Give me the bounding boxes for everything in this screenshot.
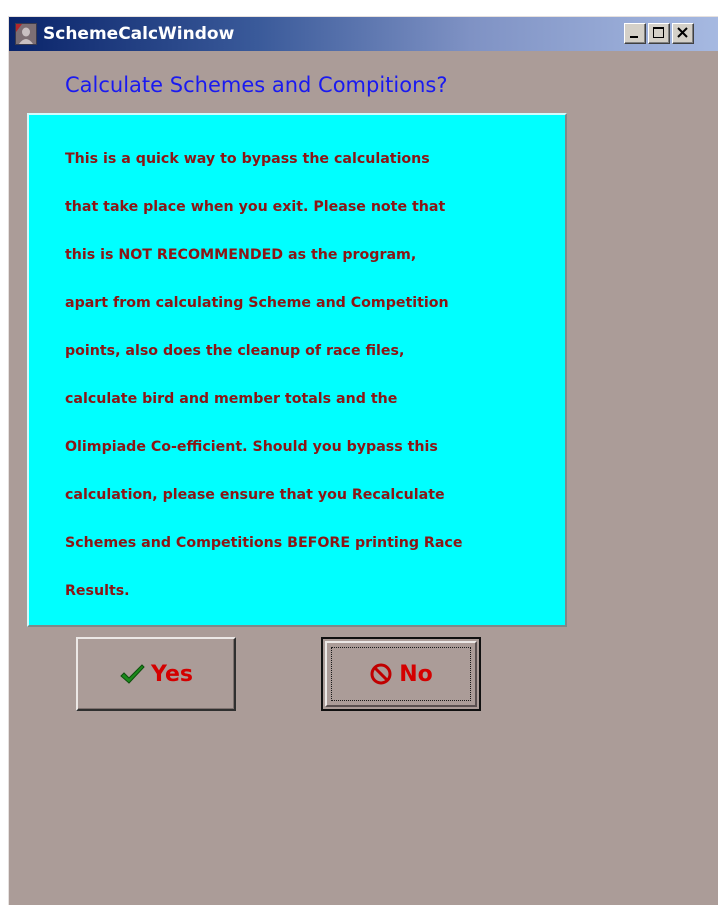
yes-button[interactable]: Yes — [76, 637, 236, 711]
close-icon — [677, 27, 688, 38]
scheme-calc-window: SchemeCalcWindow Calculate Schemes and C… — [8, 16, 718, 905]
message-line: calculation, please ensure that you Reca… — [65, 487, 445, 503]
message-line: calculate bird and member totals and the — [65, 391, 398, 407]
warning-message-panel: This is a quick way to bypass the calcul… — [27, 113, 567, 627]
checkmark-icon — [120, 664, 145, 684]
close-button[interactable] — [672, 23, 694, 44]
message-line: Olimpiade Co-efficient. Should you bypas… — [65, 439, 438, 455]
message-line: apart from calculating Scheme and Compet… — [65, 295, 449, 311]
minimize-button[interactable] — [624, 23, 646, 44]
window-title: SchemeCalcWindow — [43, 24, 235, 44]
message-line: this is NOT RECOMMENDED as the program, — [65, 247, 417, 263]
message-line: Results. — [65, 583, 130, 599]
message-line: points, also does the cleanup of race fi… — [65, 343, 405, 359]
title-bar[interactable]: SchemeCalcWindow — [9, 17, 718, 51]
app-icon[interactable] — [15, 23, 37, 45]
dialog-heading: Calculate Schemes and Compitions? — [65, 73, 448, 97]
message-line: This is a quick way to bypass the calcul… — [65, 151, 430, 167]
no-sign-icon — [370, 663, 392, 685]
message-line: Schemes and Competitions BEFORE printing… — [65, 535, 463, 551]
maximize-button[interactable] — [648, 23, 670, 44]
no-button-label: No — [399, 661, 433, 687]
yes-button-label: Yes — [151, 661, 193, 687]
minimize-icon — [630, 36, 638, 38]
no-button-content: No — [323, 639, 479, 709]
message-line: that take place when you exit. Please no… — [65, 199, 446, 215]
yes-button-content: Yes — [78, 639, 234, 709]
maximize-icon — [653, 27, 664, 38]
no-button[interactable]: No — [321, 637, 481, 711]
